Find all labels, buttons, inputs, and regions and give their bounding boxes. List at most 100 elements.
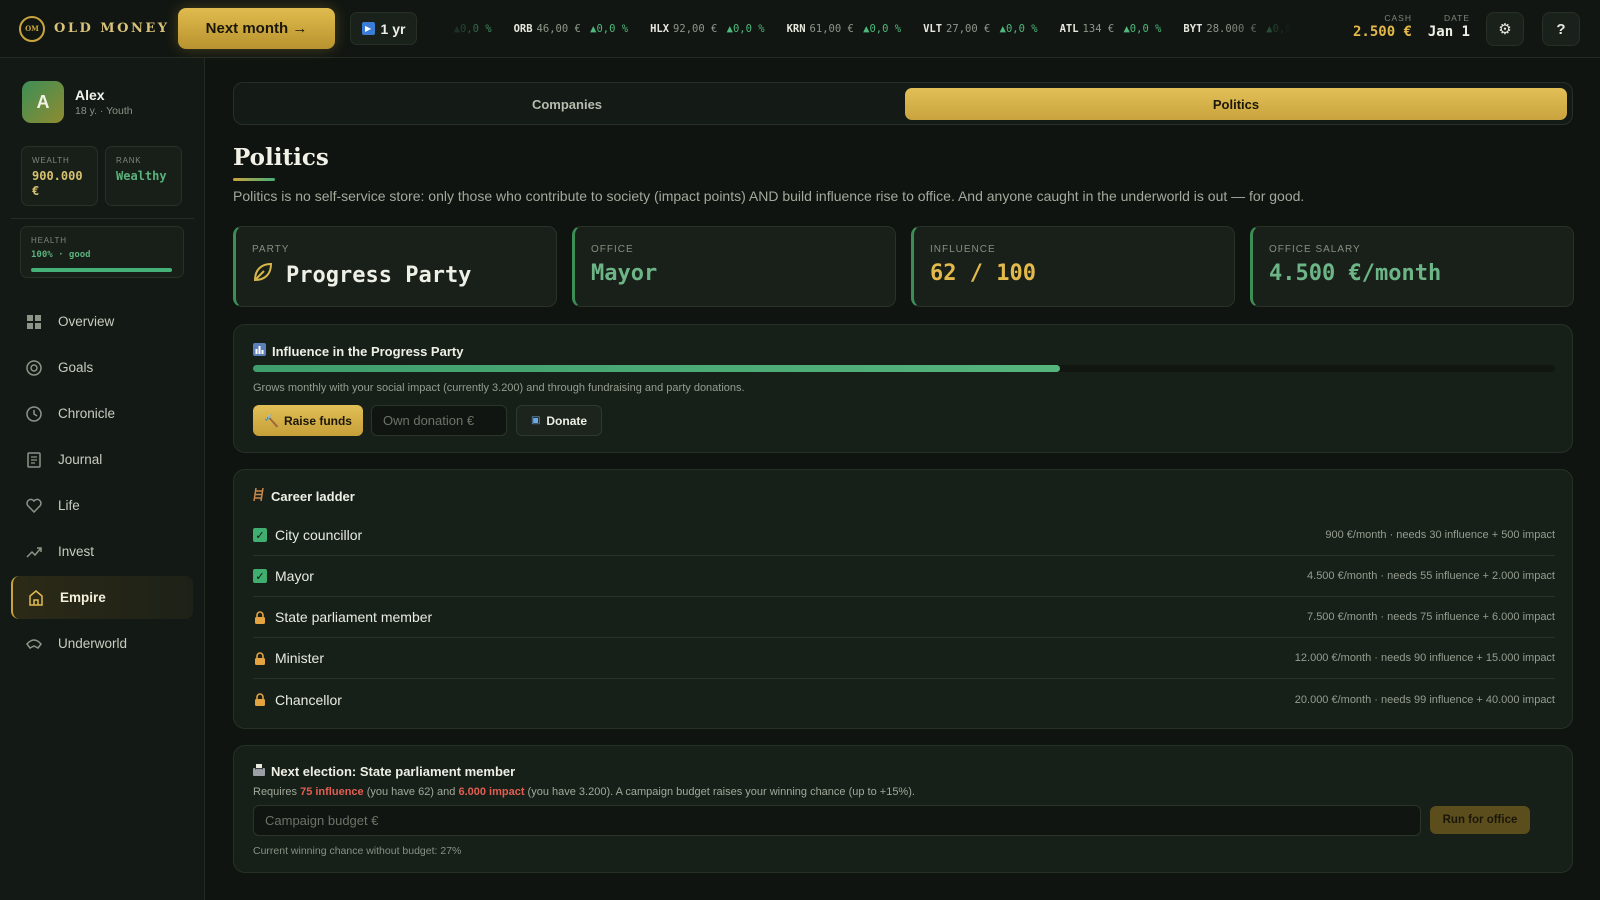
salary-label: OFFICE SALARY: [1269, 244, 1361, 255]
date-label: DATE: [1443, 13, 1470, 23]
ladder-row-requirements: 4.500 €/month · needs 55 influence + 2.0…: [1307, 570, 1555, 582]
influence-panel-header: Influence in the Progress Party: [253, 343, 463, 359]
tab-politics[interactable]: Politics: [905, 88, 1567, 120]
sidebar-item-label: Chronicle: [58, 406, 116, 421]
lock-icon: [253, 693, 267, 707]
money-icon: ▣: [530, 415, 541, 426]
salary-card: OFFICE SALARY 4.500 €/month: [1250, 226, 1574, 307]
ticker-item: ORB 46,00 € ▲0,0 %: [513, 23, 629, 35]
avatar: A: [22, 81, 64, 123]
one-year-label: 1 yr: [380, 20, 406, 37]
career-ladder-panel: Career ladder ✓ City councillor 900 €/mo…: [233, 469, 1573, 729]
ticker-item: VLT 27,00 € ▲0,0 %: [923, 23, 1038, 35]
sidebar-item-empire[interactable]: Empire: [11, 576, 193, 619]
ladder-row: Chancellor 20.000 €/month · needs 99 inf…: [253, 679, 1555, 720]
ticker-item: BYT 28.000 € ▲0,0: [1183, 23, 1292, 35]
ticker-lead: € ▲0,0 %: [446, 23, 492, 35]
ladder-row-requirements: 900 €/month · needs 30 influence + 500 i…: [1325, 529, 1555, 541]
sidebar-item-label: Underworld: [58, 636, 128, 651]
sidebar-item-overview[interactable]: Overview: [11, 300, 193, 343]
profile-subtitle: 18 y. · Youth: [75, 105, 133, 117]
trend-icon: [25, 543, 43, 561]
help-icon: ?: [1556, 20, 1566, 38]
election-panel: Next election: State parliament member R…: [233, 745, 1573, 873]
fast-forward-icon: ▶: [361, 22, 375, 35]
party-label: PARTY: [252, 244, 290, 255]
wealth-label: WEALTH: [32, 156, 70, 165]
ladder-row-requirements: 20.000 €/month · needs 99 influence + 40…: [1294, 693, 1555, 706]
ticker-item: HLX 92,00 € ▲0,0 %: [650, 23, 765, 35]
influence-value: 62 / 100: [930, 261, 1036, 286]
checkbox-checked-icon: ✓: [253, 528, 267, 542]
mask-icon: [25, 635, 43, 653]
sidebar-item-life[interactable]: Life: [11, 484, 193, 527]
run-for-office-button[interactable]: Run for office: [1430, 806, 1530, 834]
donation-input[interactable]: [371, 405, 507, 436]
ladder-row-title: Minister: [275, 650, 325, 666]
leaf-icon: [252, 261, 274, 289]
logo-badge: OM: [19, 15, 45, 42]
campaign-budget-input[interactable]: [253, 805, 1421, 836]
donate-label: Donate: [546, 413, 588, 428]
party-value: Progress Party: [286, 262, 472, 288]
sidebar-item-label: Journal: [58, 452, 103, 467]
health-value: 100% · good: [31, 250, 91, 260]
bar-chart-icon: [253, 343, 266, 359]
influence-card: INFLUENCE 62 / 100: [911, 226, 1235, 307]
influence-panel-title: Influence in the Progress Party: [272, 343, 464, 359]
sidebar-nav: Overview Goals Chronicle Journal Life In…: [11, 300, 193, 668]
sidebar-item-underworld[interactable]: Underworld: [11, 622, 193, 665]
gear-icon: ⚙: [1498, 21, 1512, 38]
raise-funds-label: Raise funds: [283, 413, 352, 428]
career-ladder-title: Career ladder: [271, 488, 355, 504]
ladder-icon: [253, 487, 265, 504]
page-title: Politics: [233, 144, 329, 171]
office-value: Mayor: [591, 261, 658, 286]
heart-icon: [25, 497, 43, 515]
help-button[interactable]: ?: [1542, 12, 1580, 46]
sidebar-item-label: Invest: [58, 544, 95, 559]
ladder-row-requirements: 7.500 €/month · needs 75 influence + 6.0…: [1307, 611, 1555, 623]
ladder-row-title: Chancellor: [275, 691, 342, 708]
ballot-box-icon: [253, 764, 265, 779]
cash-display: CASH 2.500 €: [1352, 13, 1412, 40]
sidebar-item-goals[interactable]: Goals: [11, 346, 193, 389]
sidebar-item-journal[interactable]: Journal: [11, 438, 193, 481]
donate-button[interactable]: ▣ Donate: [516, 405, 602, 436]
influence-progress-fill: [253, 365, 1061, 372]
sidebar-item-invest[interactable]: Invest: [11, 530, 193, 573]
logo: OM OLD MONEY: [19, 15, 171, 42]
journal-icon: [25, 451, 43, 469]
election-requirements: Requires 75 influence (you have 62) and …: [253, 786, 915, 798]
sidebar-divider: [11, 218, 194, 219]
lock-icon: [253, 610, 267, 624]
target-icon: [25, 359, 43, 377]
gavel-icon: 🔨: [264, 413, 279, 428]
profile: A Alex 18 y. · Youth: [22, 81, 133, 123]
lock-icon: [253, 651, 267, 665]
wealth-value: 900.000 €: [32, 169, 83, 198]
office-card: OFFICE Mayor: [572, 226, 896, 307]
sidebar-item-label: Empire: [60, 590, 106, 605]
ladder-row-title: State parliament member: [275, 609, 433, 625]
profile-name: Alex: [75, 87, 105, 103]
sidebar-item-label: Life: [58, 498, 80, 513]
tab-companies[interactable]: Companies: [239, 88, 895, 120]
settings-button[interactable]: ⚙: [1486, 12, 1524, 46]
career-ladder-header: Career ladder: [253, 487, 355, 504]
checkbox-checked-icon: ✓: [253, 569, 267, 583]
raise-funds-button[interactable]: 🔨 Raise funds: [253, 405, 363, 436]
date-display: DATE Jan 1: [1424, 13, 1470, 40]
tab-bar: Companies Politics: [233, 82, 1573, 125]
election-header: Next election: State parliament member: [253, 764, 515, 779]
ladder-row: ✓ Mayor 4.500 €/month · needs 55 influen…: [253, 556, 1555, 597]
health-card: HEALTH 100% · good: [20, 226, 184, 278]
one-year-button[interactable]: ▶ 1 yr: [350, 12, 417, 45]
influence-progress-bar: [253, 365, 1555, 372]
grid-icon: [25, 313, 43, 331]
sidebar-item-chronicle[interactable]: Chronicle: [11, 392, 193, 435]
ladder-row-requirements: 12.000 €/month · needs 90 influence + 15…: [1294, 652, 1555, 664]
rank-label: RANK: [116, 156, 142, 165]
next-month-button[interactable]: Next month →: [178, 8, 335, 49]
sidebar: A Alex 18 y. · Youth WEALTH 900.000 € RA…: [0, 58, 205, 900]
